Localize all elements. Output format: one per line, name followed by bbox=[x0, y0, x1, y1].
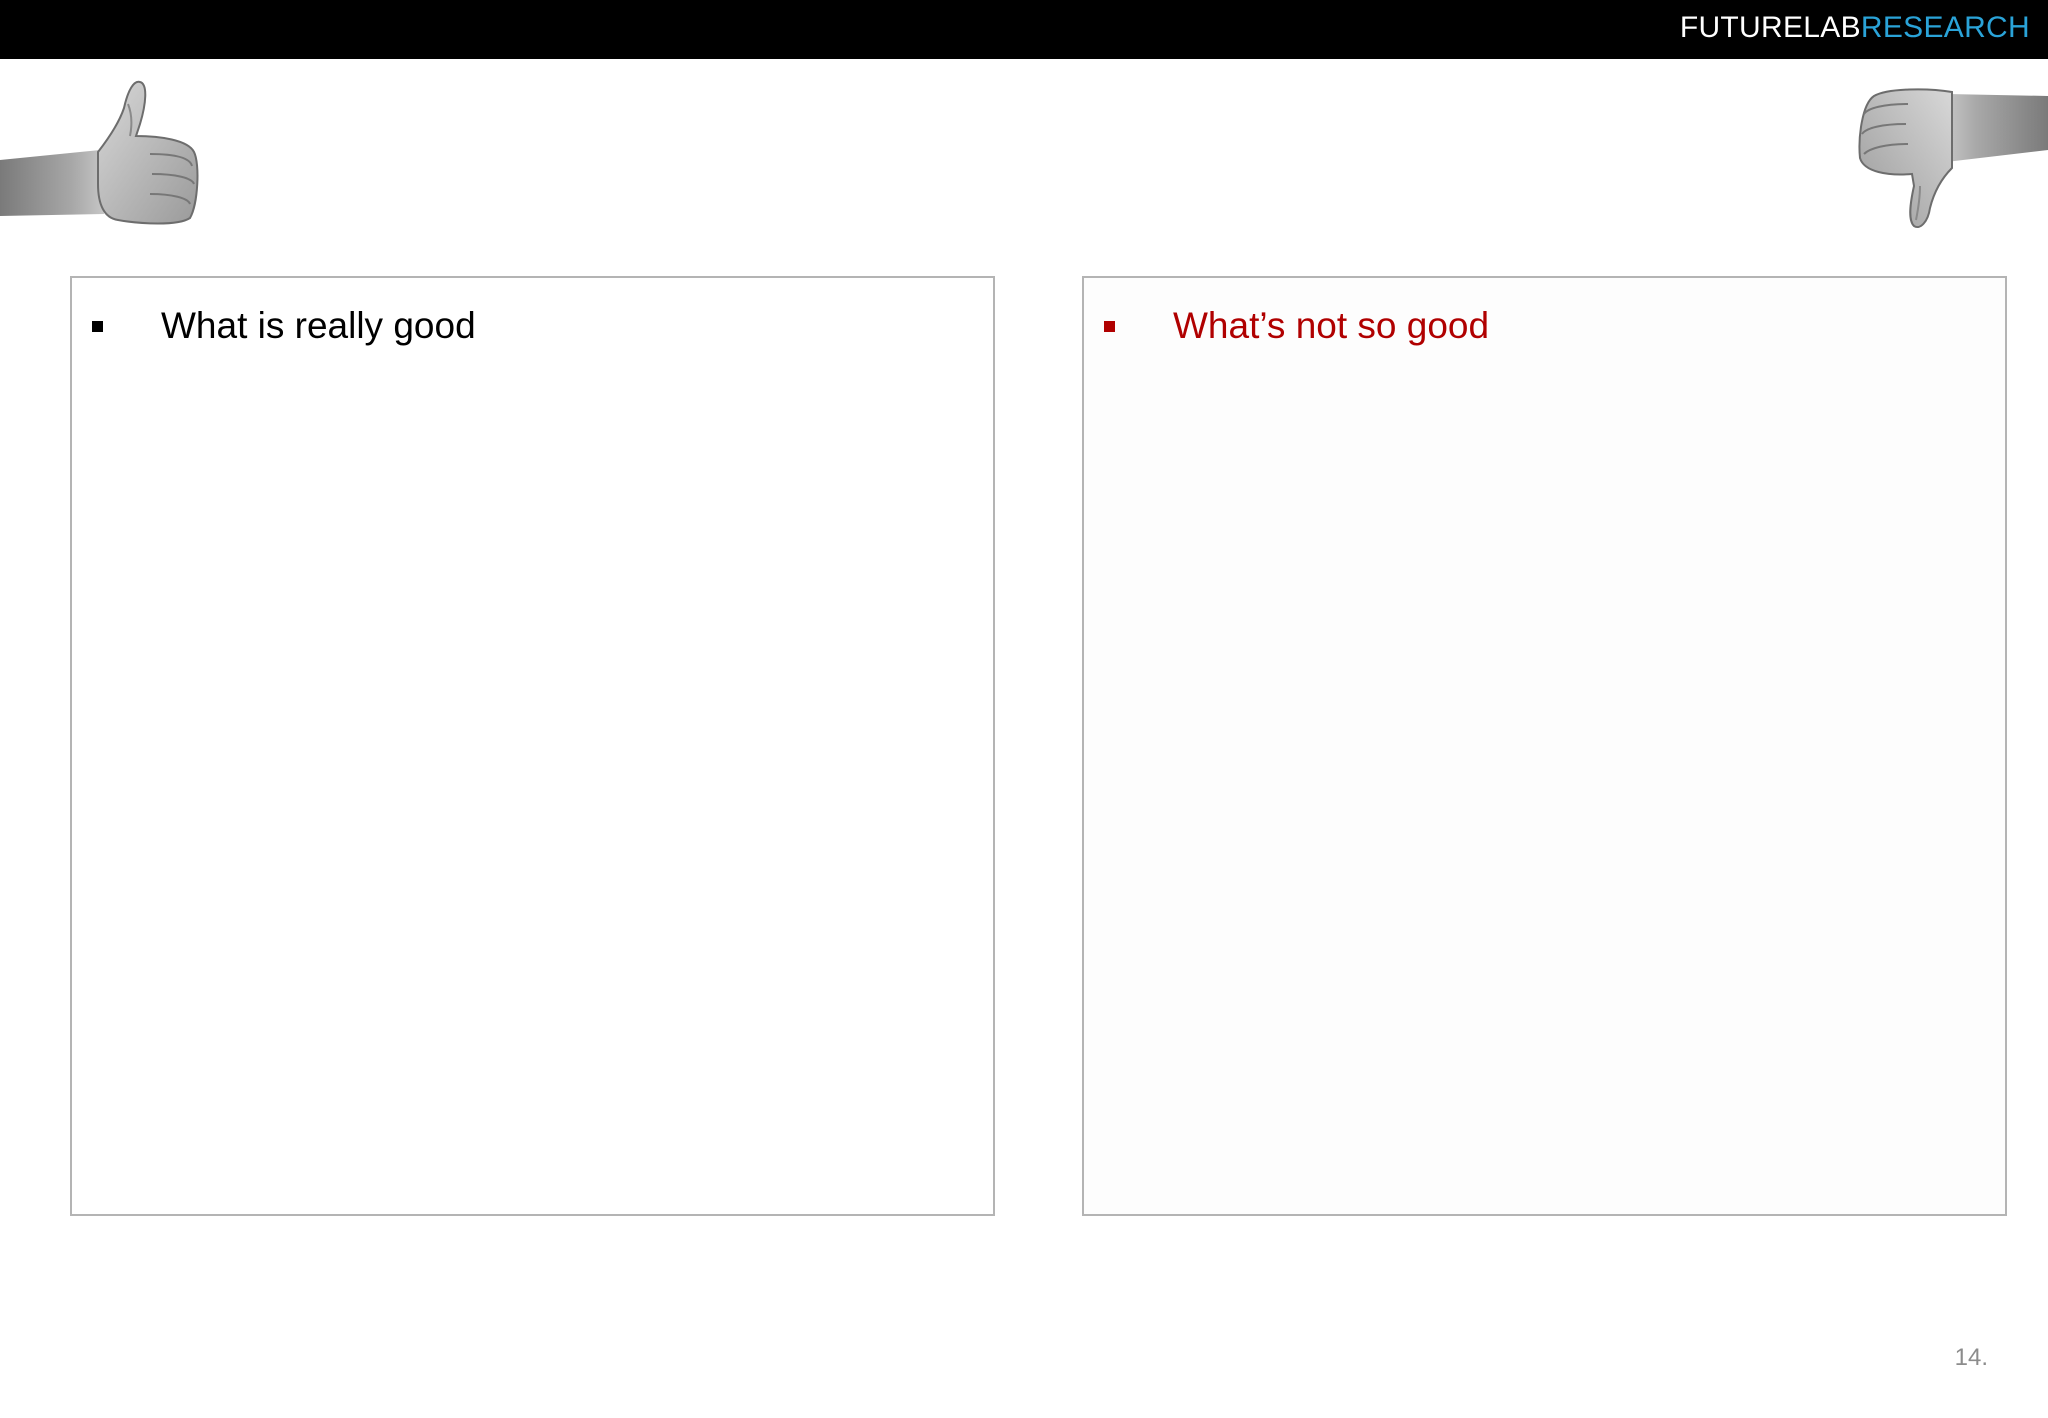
page-number: 14. bbox=[1954, 1344, 1988, 1371]
good-panel: What is really good bbox=[70, 276, 995, 1216]
bullet-icon bbox=[92, 320, 103, 332]
bad-list-item: What’s not so good bbox=[1104, 304, 1489, 348]
brand-logo-part2: RESEARCH bbox=[1860, 11, 2030, 44]
good-heading: What is really good bbox=[161, 305, 476, 346]
brand-logo: FUTURELABRESEARCH bbox=[1680, 11, 2030, 45]
thumbs-down-icon bbox=[1858, 88, 2048, 228]
brand-logo-part1: FUTURELAB bbox=[1679, 11, 1861, 44]
bad-panel: What’s not so good bbox=[1082, 276, 2007, 1216]
good-list-item: What is really good bbox=[92, 304, 476, 348]
thumbs-up-icon bbox=[0, 80, 199, 225]
header-bar: FUTURELABRESEARCH bbox=[0, 0, 2048, 59]
bad-heading: What’s not so good bbox=[1173, 305, 1490, 346]
slide: FUTURELABRESEARCH What is really good Wh… bbox=[0, 0, 2048, 1418]
bullet-icon bbox=[1104, 320, 1115, 332]
